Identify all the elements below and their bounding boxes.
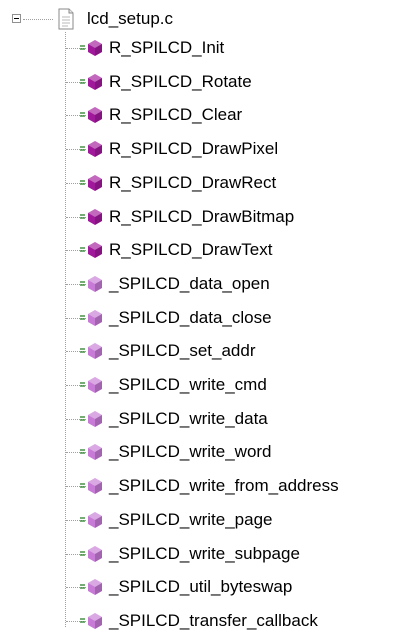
function-name-label[interactable]: R_SPILCD_DrawText — [109, 239, 272, 261]
public-function-icon — [80, 241, 106, 259]
function-name-label[interactable]: _SPILCD_write_from_address — [109, 475, 339, 497]
function-name-label[interactable]: _SPILCD_data_open — [109, 273, 270, 295]
tree-item-function[interactable]: R_SPILCD_DrawText — [0, 237, 396, 263]
tree-item-function[interactable]: R_SPILCD_Init — [0, 35, 396, 61]
tree-item-function[interactable]: R_SPILCD_DrawRect — [0, 170, 396, 196]
collapse-icon[interactable] — [12, 14, 21, 23]
public-function-icon — [80, 174, 106, 192]
outline-tree: lcd_setup.c R_SPILCD_Init R_SPILCD_Rotate… — [0, 0, 396, 644]
file-name-label[interactable]: lcd_setup.c — [87, 8, 173, 30]
static-function-icon — [80, 511, 106, 529]
tree-item-function[interactable]: R_SPILCD_DrawPixel — [0, 136, 396, 162]
static-function-icon — [80, 309, 106, 327]
tree-item-function[interactable]: _SPILCD_write_from_address — [0, 473, 396, 499]
tree-connector — [23, 19, 53, 20]
function-name-label[interactable]: R_SPILCD_Clear — [109, 104, 242, 126]
function-name-label[interactable]: _SPILCD_write_cmd — [109, 374, 267, 396]
public-function-icon — [80, 73, 106, 91]
tree-item-function[interactable]: _SPILCD_write_data — [0, 406, 396, 432]
tree-item-function[interactable]: _SPILCD_set_addr — [0, 338, 396, 364]
function-name-label[interactable]: _SPILCD_set_addr — [109, 340, 255, 362]
tree-item-function[interactable]: _SPILCD_transfer_callback — [0, 608, 396, 634]
tree-item-function[interactable]: _SPILCD_util_byteswap — [0, 574, 396, 600]
function-name-label[interactable]: R_SPILCD_Init — [109, 37, 224, 59]
static-function-icon — [80, 410, 106, 428]
public-function-icon — [80, 140, 106, 158]
static-function-icon — [80, 545, 106, 563]
function-name-label[interactable]: _SPILCD_data_close — [109, 307, 272, 329]
public-function-icon — [80, 208, 106, 226]
tree-item-function[interactable]: R_SPILCD_DrawBitmap — [0, 204, 396, 230]
function-name-label[interactable]: R_SPILCD_DrawBitmap — [109, 206, 294, 228]
static-function-icon — [80, 376, 106, 394]
c-file-icon — [56, 8, 76, 30]
function-name-label[interactable]: R_SPILCD_Rotate — [109, 71, 252, 93]
tree-item-function[interactable]: _SPILCD_write_cmd — [0, 372, 396, 398]
static-function-icon — [80, 342, 106, 360]
function-name-label[interactable]: _SPILCD_write_page — [109, 509, 272, 531]
static-function-icon — [80, 477, 106, 495]
function-name-label[interactable]: _SPILCD_util_byteswap — [109, 576, 292, 598]
tree-item-function[interactable]: R_SPILCD_Rotate — [0, 69, 396, 95]
function-name-label[interactable]: R_SPILCD_DrawRect — [109, 172, 276, 194]
tree-item-function[interactable]: _SPILCD_write_page — [0, 507, 396, 533]
function-name-label[interactable]: _SPILCD_transfer_callback — [109, 610, 318, 632]
function-name-label[interactable]: _SPILCD_write_subpage — [109, 543, 300, 565]
function-name-label[interactable]: _SPILCD_write_word — [109, 441, 272, 463]
tree-item-function[interactable]: _SPILCD_write_word — [0, 439, 396, 465]
tree-item-function[interactable]: _SPILCD_write_subpage — [0, 541, 396, 567]
function-name-label[interactable]: _SPILCD_write_data — [109, 408, 268, 430]
tree-root-file[interactable]: lcd_setup.c — [0, 6, 396, 32]
static-function-icon — [80, 612, 106, 630]
tree-item-function[interactable]: _SPILCD_data_close — [0, 305, 396, 331]
static-function-icon — [80, 578, 106, 596]
function-name-label[interactable]: R_SPILCD_DrawPixel — [109, 138, 278, 160]
public-function-icon — [80, 106, 106, 124]
static-function-icon — [80, 443, 106, 461]
tree-item-function[interactable]: R_SPILCD_Clear — [0, 102, 396, 128]
static-function-icon — [80, 275, 106, 293]
public-function-icon — [80, 39, 106, 57]
tree-item-function[interactable]: _SPILCD_data_open — [0, 271, 396, 297]
